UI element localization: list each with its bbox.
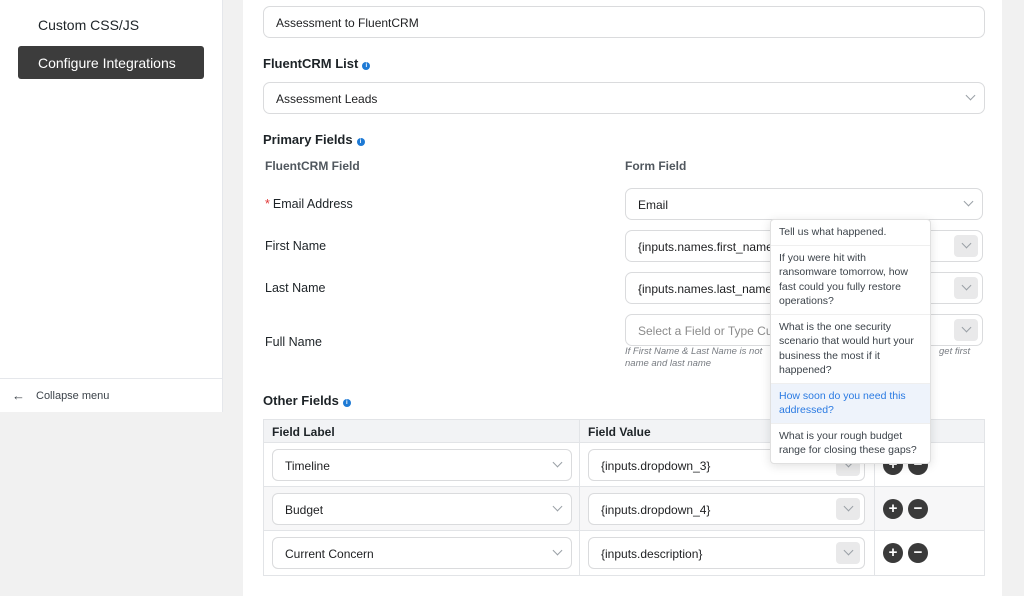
field-value-dropdown-toggle[interactable]	[836, 498, 860, 520]
fluentcrm-list-value: Assessment Leads	[276, 92, 378, 106]
other-fields-heading: Other Fields i	[263, 393, 351, 408]
dropdown-option-highlighted[interactable]: How soon do you need this addressed?	[771, 383, 930, 424]
last-name-label: Last Name	[265, 281, 326, 295]
add-row-button[interactable]: +	[883, 499, 903, 519]
chevron-down-icon	[843, 501, 854, 512]
fluentcrm-list-heading: FluentCRM List i	[263, 56, 371, 71]
remove-row-button[interactable]: −	[908, 499, 928, 519]
table-row: Current Concern {inputs.description} + −	[264, 531, 984, 575]
email-field-select[interactable]: Email	[625, 188, 983, 220]
chevron-down-icon	[961, 238, 972, 249]
last-name-field-value: {inputs.names.last_name}	[638, 282, 777, 296]
sidebar-item-custom-css[interactable]: Custom CSS/JS	[38, 17, 139, 33]
fluentcrm-list-label: FluentCRM List	[263, 56, 359, 71]
field-value-text: {inputs.dropdown_3}	[601, 459, 711, 473]
chevron-down-icon	[961, 280, 972, 291]
field-label-select[interactable]: Budget	[272, 493, 572, 525]
sidebar-item-configure-integrations[interactable]: Configure Integrations	[18, 46, 204, 79]
info-icon[interactable]: i	[362, 62, 371, 70]
field-value-dropdown-toggle[interactable]	[836, 542, 860, 564]
full-name-dropdown-toggle[interactable]	[954, 319, 978, 341]
chevron-down-icon	[552, 457, 563, 468]
form-field-column-header: Form Field	[625, 159, 687, 173]
full-name-help-text-left: If First Name & Last Name is not	[625, 346, 763, 357]
add-row-button[interactable]: +	[883, 543, 903, 563]
dropdown-option[interactable]: What is your rough budget range for clos…	[771, 424, 930, 463]
required-marker: *	[265, 197, 270, 211]
collapse-menu-button[interactable]: ← Collapse menu	[0, 378, 223, 412]
sidebar: Custom CSS/JS Configure Integrations ← C…	[0, 0, 223, 412]
email-field-value: Email	[638, 198, 669, 212]
field-value-text: {inputs.dropdown_4}	[601, 503, 711, 517]
field-label-select[interactable]: Current Concern	[272, 537, 572, 569]
dropdown-option[interactable]: What is the one security scenario that w…	[771, 315, 930, 384]
field-label-column-header: Field Label	[272, 425, 335, 439]
chevron-down-icon	[843, 545, 854, 556]
fluentcrm-field-column-header: FluentCRM Field	[265, 159, 360, 173]
field-value-input[interactable]: {inputs.description}	[588, 537, 865, 569]
info-icon[interactable]: i	[342, 399, 351, 407]
last-name-dropdown-toggle[interactable]	[954, 277, 978, 299]
field-label-value: Current Concern	[285, 547, 374, 561]
field-label-value: Timeline	[285, 459, 330, 473]
dropdown-option[interactable]: Tell us what happened.	[771, 220, 930, 246]
collapse-menu-label: Collapse menu	[36, 390, 110, 402]
first-name-field-value: {inputs.names.first_name}	[638, 240, 777, 254]
field-suggestion-dropdown: Tell us what happened. If you were hit w…	[770, 219, 931, 464]
arrow-left-icon: ←	[12, 388, 25, 403]
full-name-help-text-right: get first	[939, 346, 971, 357]
field-label-value: Budget	[285, 503, 324, 517]
dropdown-option[interactable]: If you were hit with ransomware tomorrow…	[771, 246, 930, 315]
chevron-down-icon	[965, 90, 976, 101]
email-address-label: * Email Address	[265, 197, 353, 211]
chevron-down-icon	[963, 196, 974, 207]
first-name-label: First Name	[265, 239, 327, 253]
remove-row-button[interactable]: −	[908, 543, 928, 563]
primary-fields-heading: Primary Fields i	[263, 132, 365, 147]
field-value-text: {inputs.description}	[601, 547, 703, 561]
chevron-down-icon	[552, 545, 563, 556]
field-value-input[interactable]: {inputs.dropdown_4}	[588, 493, 865, 525]
full-name-label: Full Name	[265, 335, 322, 349]
field-value-column-header: Field Value	[588, 425, 651, 439]
chevron-down-icon	[552, 501, 563, 512]
info-icon[interactable]: i	[356, 138, 365, 146]
other-fields-title: Other Fields	[263, 393, 339, 408]
first-name-dropdown-toggle[interactable]	[954, 235, 978, 257]
fluentcrm-list-select[interactable]: Assessment Leads	[263, 82, 985, 114]
field-label-select[interactable]: Timeline	[272, 449, 572, 481]
table-row: Budget {inputs.dropdown_4} + −	[264, 487, 984, 531]
full-name-help-text-line2: name and last name	[625, 358, 712, 369]
chevron-down-icon	[961, 322, 972, 333]
integration-name-input[interactable]: Assessment to FluentCRM	[263, 6, 985, 38]
primary-fields-title: Primary Fields	[263, 132, 353, 147]
